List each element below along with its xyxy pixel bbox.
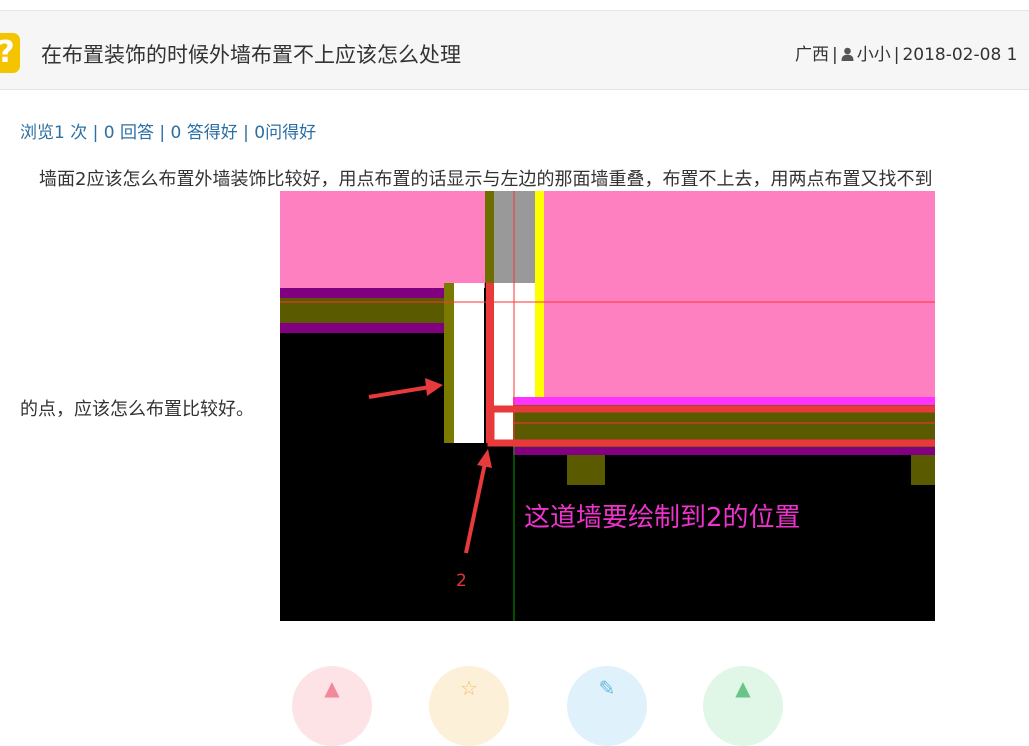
question-title: 在布置装饰的时候外墙布置不上应该怎么处理 <box>41 43 461 67</box>
question-mark-icon: ? <box>0 33 20 73</box>
question-meta: 广西 | 小小 | 2018-02-08 1 <box>795 40 1017 65</box>
user-name-link[interactable]: 小小 <box>857 45 891 65</box>
thumb-up-icon: ▲ <box>324 676 340 700</box>
red-arrow-right <box>368 385 431 399</box>
red-arrow-head <box>425 378 443 396</box>
meta-separator: | <box>832 45 838 65</box>
olive-edge <box>444 283 454 443</box>
question-screenshot[interactable]: 这道墙要绘制到2的位置 2 <box>280 191 935 621</box>
meta-separator: | <box>893 45 900 65</box>
screenshot-marker: 2 <box>456 571 467 591</box>
pink-wall-left <box>280 191 485 288</box>
location-text: 广西 <box>795 45 829 65</box>
olive-block <box>567 455 605 485</box>
magenta-band <box>513 397 935 405</box>
white-wall <box>454 283 484 443</box>
post-date: 2018-02-08 1 <box>902 45 1018 65</box>
purple-band-right <box>513 447 935 455</box>
like-button[interactable]: ▲ <box>292 666 372 746</box>
question-stats: 浏览1 次 | 0 回答 | 0 答得好 | 0问得好 <box>20 123 317 143</box>
edit-icon: ✎ <box>598 676 616 700</box>
edit-button[interactable]: ✎ <box>567 666 647 746</box>
pink-wall-right <box>542 191 935 397</box>
olive-column <box>485 191 494 283</box>
share-icon: ▲ <box>735 676 751 700</box>
favorite-button[interactable]: ☆ <box>429 666 509 746</box>
red-arrow-head <box>477 449 492 468</box>
yellow-column <box>535 191 544 426</box>
action-bar: ▲ ☆ ✎ ▲ <box>0 666 1029 746</box>
share-button[interactable]: ▲ <box>703 666 783 746</box>
user-icon <box>841 47 854 61</box>
purple-band <box>280 288 445 298</box>
star-icon: ☆ <box>460 676 478 700</box>
screenshot-drawing <box>280 191 935 621</box>
screenshot-annotation: 这道墙要绘制到2的位置 <box>524 503 801 533</box>
red-arrow-up <box>464 462 487 554</box>
question-body-line-1: 墙面2应该怎么布置外墙装饰比较好，用点布置的话显示与左边的那面墙重叠，布置不上去… <box>39 169 933 190</box>
question-header: ? 在布置装饰的时候外墙布置不上应该怎么处理 广西|小小|2018-02-08 … <box>0 11 1029 90</box>
olive-block <box>911 455 935 485</box>
question-body-line-2: 的点，应该怎么布置比较好。 <box>20 399 254 420</box>
purple-band <box>280 323 445 333</box>
